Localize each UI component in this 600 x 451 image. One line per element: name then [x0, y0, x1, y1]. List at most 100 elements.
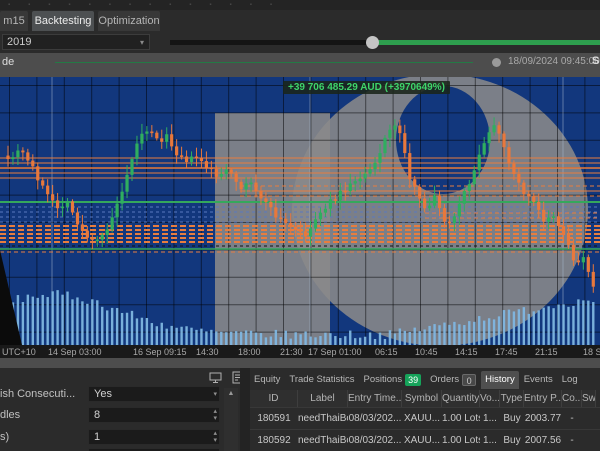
table-cell: Buy [500, 408, 524, 429]
table-cell: needThaiBot [298, 408, 348, 429]
tab-log[interactable]: Log [558, 371, 582, 389]
params-scrollbar[interactable]: ▲ [224, 388, 238, 451]
scroll-up-icon[interactable]: ▲ [224, 390, 238, 397]
time-axis-label: 06:15 [375, 347, 398, 357]
year-dropdown[interactable]: 2019 ▾ [2, 34, 150, 50]
table-cell: XAUU... [402, 408, 442, 429]
results-tab-bar: Equity Trade Statistics Positions39 Orde… [250, 370, 600, 389]
tab-trade-statistics[interactable]: Trade Statistics [285, 371, 358, 389]
panel-divider [240, 368, 250, 451]
table-cell [582, 430, 596, 451]
tab-m15[interactable]: m15 [0, 11, 28, 31]
time-axis-label: 17 Sep 01:00 [308, 347, 362, 357]
column-header[interactable]: Co... [562, 390, 582, 407]
param-row: Profit Yes [0, 447, 240, 451]
timeline-suffix: S [592, 55, 599, 67]
table-cell: - [562, 430, 582, 451]
table-cell: 08/03/202... [348, 430, 402, 451]
column-header[interactable]: Symbol [402, 390, 442, 407]
spinner-arrows-icon: ▴▾ [213, 408, 217, 422]
param-row: s) 1 ▴▾ [0, 428, 240, 447]
param-row: ish Consecuti... Yes ▾ [0, 385, 240, 404]
history-table: IDLabelEntry Time...SymbolQuantityVo...T… [250, 390, 600, 451]
price-chart[interactable]: +39 706 485.29 AUD (+3970649%) [0, 77, 600, 345]
time-axis: UTC+1014 Sep 03:0016 Sep 09:1514:3018:00… [0, 345, 600, 358]
table-cell: 2003.77 [524, 408, 562, 429]
param-value: 8 [94, 409, 100, 421]
time-axis-label: 18 Se [583, 347, 600, 357]
time-axis-label: 16 Sep 09:15 [133, 347, 187, 357]
divider-strip [0, 358, 600, 368]
table-cell: 2007.56 [524, 430, 562, 451]
slider-track-remaining[interactable] [373, 40, 600, 45]
param-value-stepper[interactable]: 1 ▴▾ [88, 429, 220, 445]
orders-count-badge: 0 [462, 374, 476, 386]
chevron-down-icon: ▾ [140, 36, 144, 50]
slider-handle[interactable] [366, 36, 379, 49]
candlestick-chart-canvas[interactable] [0, 77, 600, 345]
tab-backtesting[interactable]: Backtesting [32, 11, 94, 31]
top-toolbar: ▪▪▪▪▪▪▪▪▪▪▪▪▪▪ [0, 0, 600, 10]
time-axis-label: 10:45 [415, 347, 438, 357]
timeline-row: de 18/09/2024 09:45:00 S [0, 53, 600, 77]
table-cell [582, 408, 596, 429]
tab-bar: m15 Backtesting Optimization [0, 10, 600, 31]
positions-count-badge: 39 [405, 374, 421, 386]
table-cell: XAUU... [402, 430, 442, 451]
column-header[interactable]: Label [298, 390, 348, 407]
timeline-timestamp: 18/09/2024 09:45:00 [508, 56, 600, 67]
column-header[interactable]: Vo... [480, 390, 500, 407]
results-panel: Equity Trade Statistics Positions39 Orde… [250, 368, 600, 451]
column-header[interactable]: Sw [582, 390, 596, 407]
control-row: 2019 ▾ [0, 31, 600, 53]
table-cell: needThaiBot [298, 430, 348, 451]
column-header[interactable]: Type [500, 390, 524, 407]
table-row[interactable]: 180592needThaiBot08/03/202...XAUU...1.00… [250, 429, 600, 451]
time-axis-label: 18:00 [238, 347, 261, 357]
chevron-down-icon: ▾ [213, 391, 217, 398]
param-label: dles [0, 409, 20, 421]
timeline-progress-line [55, 62, 473, 63]
param-value: Yes [94, 388, 112, 400]
table-cell: 180592 [250, 430, 298, 451]
param-value-stepper[interactable]: 8 ▴▾ [88, 407, 220, 423]
param-label: ish Consecuti... [0, 388, 75, 400]
time-axis-label: 21:15 [535, 347, 558, 357]
tab-history[interactable]: History [481, 371, 519, 389]
table-cell: 1.00 Lots [442, 430, 480, 451]
table-cell: 08/03/202... [348, 408, 402, 429]
table-cell: 180591 [250, 408, 298, 429]
param-label: s) [0, 431, 9, 443]
spinner-arrows-icon: ▴▾ [213, 430, 217, 444]
tab-events[interactable]: Events [520, 371, 557, 389]
tab-equity[interactable]: Equity [250, 371, 284, 389]
param-value: 1 [94, 431, 100, 443]
time-axis-label: 14:30 [196, 347, 219, 357]
profit-tooltip: +39 706 485.29 AUD (+3970649%) [283, 81, 450, 94]
column-header[interactable]: Quantity [442, 390, 480, 407]
param-value-dropdown[interactable]: Yes ▾ [88, 386, 220, 402]
table-cell: 1.00 Lots [442, 408, 480, 429]
column-header[interactable]: Entry Time... [348, 390, 402, 407]
time-axis-label: 14 Sep 03:00 [48, 347, 102, 357]
strategy-params-panel: ish Consecuti... Yes ▾ dles 8 ▴▾ s) 1 ▴▾… [0, 368, 240, 451]
year-dropdown-value: 2019 [7, 36, 31, 48]
timeline-marker-dot[interactable] [492, 58, 501, 67]
bottom-panel: ish Consecuti... Yes ▾ dles 8 ▴▾ s) 1 ▴▾… [0, 368, 600, 451]
table-cell: Buy [500, 430, 524, 451]
time-axis-label: 14:15 [455, 347, 478, 357]
tab-positions[interactable]: Positions39 [360, 371, 426, 389]
table-row[interactable]: 180591needThaiBot08/03/202...XAUU...1.00… [250, 407, 600, 429]
time-axis-label: 17:45 [495, 347, 518, 357]
column-header[interactable]: Entry P.. [524, 390, 562, 407]
slider-track-elapsed[interactable] [170, 40, 373, 45]
table-cell: 1... [480, 430, 500, 451]
time-axis-label: 21:30 [280, 347, 303, 357]
column-header[interactable]: ID [250, 390, 298, 407]
timeline-label: de [2, 56, 14, 68]
table-cell: 1... [480, 408, 500, 429]
param-row: dles 8 ▴▾ [0, 406, 240, 425]
tab-orders[interactable]: Orders0 [426, 371, 480, 389]
tab-optimization[interactable]: Optimization [98, 11, 160, 31]
table-cell: - [562, 408, 582, 429]
